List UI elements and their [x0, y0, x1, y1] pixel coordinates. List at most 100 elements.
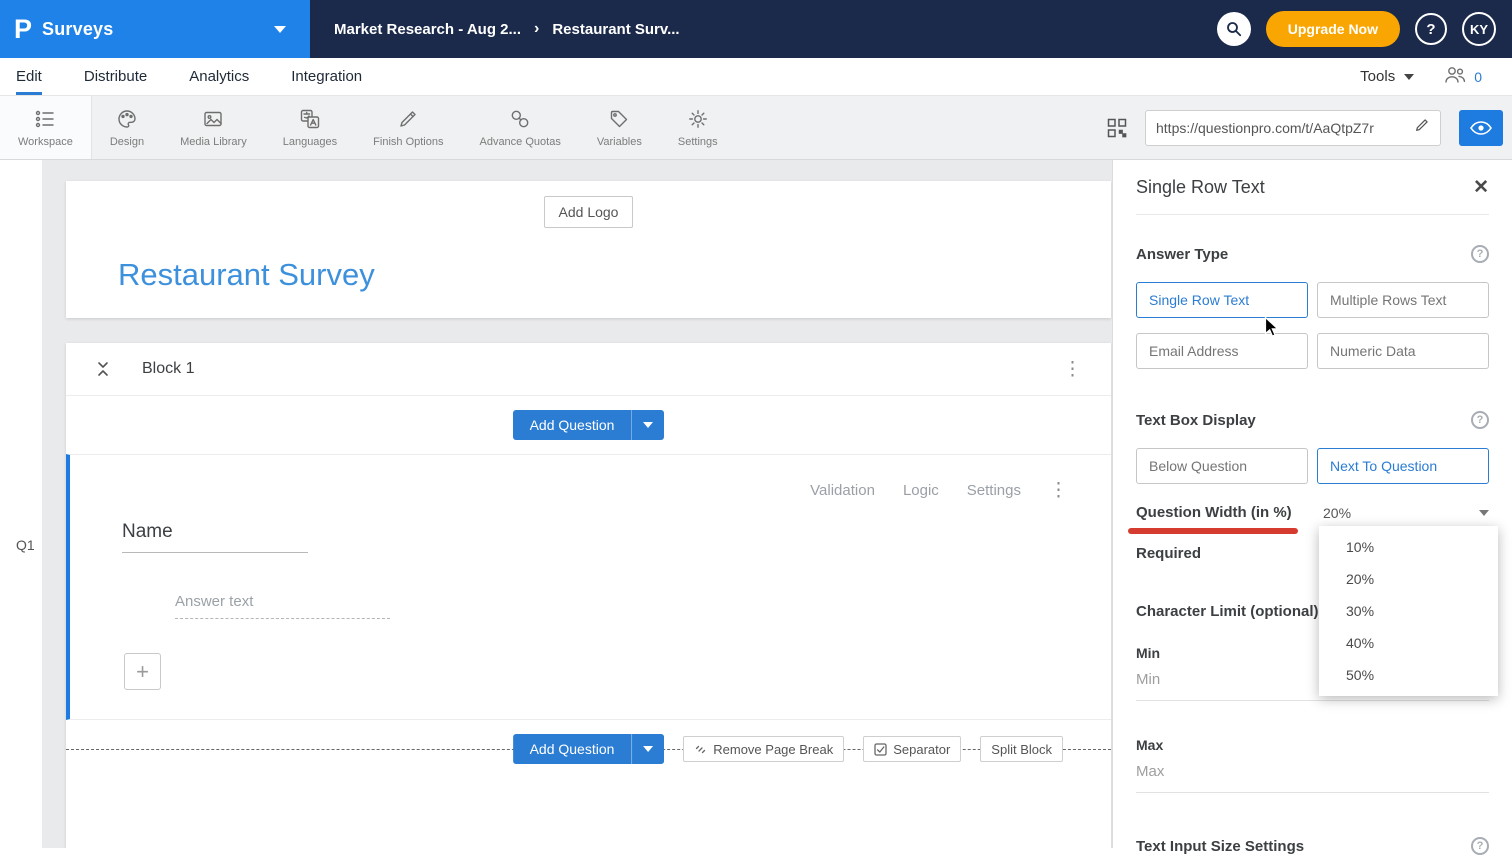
nav-tabs: Edit Distribute Analytics Integration	[16, 58, 362, 95]
tab-edit[interactable]: Edit	[16, 58, 42, 95]
add-question-button[interactable]: Add Question	[513, 410, 632, 440]
search-icon[interactable]	[1217, 12, 1251, 46]
panel-header: Single Row Text ✕	[1136, 160, 1489, 215]
tab-integration[interactable]: Integration	[291, 58, 362, 95]
question-actions: Validation Logic Settings ⋮	[810, 481, 1069, 500]
answer-text-input[interactable]: Answer text	[175, 593, 390, 619]
survey-url[interactable]: https://questionpro.com/t/AaQtpZ7r	[1156, 120, 1406, 136]
close-icon[interactable]: ✕	[1473, 176, 1489, 199]
width-option-40[interactable]: 40%	[1319, 627, 1498, 659]
chevron-down-icon	[643, 422, 653, 428]
question-menu-dots-icon[interactable]: ⋮	[1049, 481, 1069, 500]
toolbar-right: https://questionpro.com/t/AaQtpZ7r	[1107, 96, 1512, 159]
display-below-question[interactable]: Below Question	[1136, 448, 1308, 484]
toolbar-item-settings[interactable]: Settings	[660, 96, 736, 159]
question-width-value: 20%	[1323, 505, 1351, 521]
toolbar-item-label: Advance Quotas	[479, 136, 560, 148]
answer-type-single-row[interactable]: Single Row Text	[1136, 282, 1308, 318]
toolbar-item-workspace[interactable]: Workspace	[0, 96, 92, 159]
width-option-10[interactable]: 10%	[1319, 531, 1498, 563]
question-settings-panel: Single Row Text ✕ Answer Type ? Single R…	[1112, 160, 1512, 848]
pencil-icon	[397, 108, 419, 130]
chevron-down-icon	[643, 746, 653, 752]
toolbar-item-label: Settings	[678, 136, 718, 148]
help-icon[interactable]: ?	[1471, 245, 1489, 263]
workspace-icon	[34, 108, 56, 130]
max-input[interactable]	[1136, 753, 1489, 793]
qr-code-icon[interactable]	[1107, 118, 1127, 138]
character-limit-label: Character Limit (optional)	[1136, 603, 1319, 620]
user-avatar[interactable]: KY	[1462, 12, 1496, 46]
answer-type-email[interactable]: Email Address	[1136, 333, 1308, 369]
add-question-split-button[interactable]: Add Question	[513, 410, 665, 440]
edit-url-pencil-icon[interactable]	[1414, 117, 1430, 138]
toolbar-item-label: Media Library	[180, 136, 247, 148]
add-question-split-button[interactable]: Add Question	[513, 734, 665, 764]
product-name: Surveys	[42, 19, 113, 40]
question-width-row: Question Width (in %) 20% 10% 20% 30% 40…	[1136, 504, 1489, 521]
display-next-to-question[interactable]: Next To Question	[1317, 448, 1489, 484]
upgrade-now-button[interactable]: Upgrade Now	[1266, 11, 1400, 47]
collapse-block-icon[interactable]	[96, 360, 110, 378]
checkbox-icon	[874, 743, 887, 756]
tab-analytics[interactable]: Analytics	[189, 58, 249, 95]
width-option-50[interactable]: 50%	[1319, 659, 1498, 691]
help-button[interactable]: ?	[1415, 13, 1447, 45]
survey-title[interactable]: Restaurant Survey	[118, 257, 375, 293]
toolbar-item-media-library[interactable]: Media Library	[162, 96, 265, 159]
top-bar-actions: Upgrade Now ? KY	[1217, 11, 1512, 47]
block-name[interactable]: Block 1	[142, 360, 194, 378]
help-icon[interactable]: ?	[1471, 837, 1489, 855]
split-block-label: Split Block	[991, 742, 1052, 757]
required-label: Required	[1136, 545, 1201, 562]
tools-menu[interactable]: Tools	[1360, 68, 1414, 85]
editor-nav: Edit Distribute Analytics Integration To…	[0, 58, 1512, 96]
toolbar-item-variables[interactable]: Variables	[579, 96, 660, 159]
translate-icon	[299, 108, 321, 130]
toolbar-item-languages[interactable]: Languages	[265, 96, 355, 159]
help-icon[interactable]: ?	[1471, 411, 1489, 429]
block-header: Block 1 ⋮	[66, 343, 1111, 396]
question-text-input[interactable]: Name	[122, 521, 308, 553]
chevron-down-icon[interactable]	[274, 26, 286, 33]
add-question-dropdown[interactable]	[631, 734, 664, 764]
toolbar-item-label: Languages	[283, 136, 337, 148]
answer-type-multiple-rows[interactable]: Multiple Rows Text	[1317, 282, 1489, 318]
breadcrumb-survey[interactable]: Restaurant Surv...	[552, 21, 679, 38]
max-label: Max	[1136, 737, 1489, 753]
tab-distribute[interactable]: Distribute	[84, 58, 147, 95]
remove-page-break-button[interactable]: Remove Page Break	[683, 736, 844, 762]
width-option-20[interactable]: 20%	[1319, 563, 1498, 595]
add-logo-button[interactable]: Add Logo	[544, 196, 634, 228]
question-width-label: Question Width (in %)	[1136, 504, 1292, 521]
toolbar-item-advance-quotas[interactable]: Advance Quotas	[461, 96, 578, 159]
add-answer-button[interactable]: +	[124, 653, 161, 690]
preview-eye-button[interactable]	[1459, 110, 1503, 146]
block-menu-dots-icon[interactable]: ⋮	[1063, 360, 1083, 379]
breadcrumb-folder[interactable]: Market Research - Aug 2...	[334, 21, 521, 38]
question-logic-link[interactable]: Logic	[903, 482, 939, 499]
survey-url-field[interactable]: https://questionpro.com/t/AaQtpZ7r	[1145, 110, 1441, 146]
gear-icon	[687, 108, 709, 130]
toolbar-item-finish-options[interactable]: Finish Options	[355, 96, 461, 159]
collaborators-button[interactable]: 0	[1444, 66, 1482, 88]
answer-type-numeric[interactable]: Numeric Data	[1317, 333, 1489, 369]
toolbar-item-label: Design	[110, 136, 144, 148]
remove-page-break-label: Remove Page Break	[713, 742, 833, 757]
question-card[interactable]: Validation Logic Settings ⋮ Name Answer …	[66, 454, 1111, 720]
question-settings-link[interactable]: Settings	[967, 482, 1021, 499]
split-block-button[interactable]: Split Block	[980, 736, 1063, 762]
survey-canvas: Add Logo Restaurant Survey Block 1 ⋮ Add…	[42, 160, 1112, 848]
toolbar-item-design[interactable]: Design	[92, 96, 162, 159]
product-switcher[interactable]: P Surveys	[0, 0, 310, 58]
question-width-select[interactable]: 20%	[1323, 505, 1489, 521]
annotation-red-underline	[1128, 528, 1298, 534]
width-option-30[interactable]: 30%	[1319, 595, 1498, 627]
separator-button[interactable]: Separator	[863, 736, 961, 762]
block-card: Block 1 ⋮ Add Question Validation Logic …	[66, 343, 1111, 848]
breadcrumb-separator-icon: ›	[534, 20, 539, 38]
question-width-dropdown: 10% 20% 30% 40% 50%	[1319, 526, 1498, 696]
add-question-button[interactable]: Add Question	[513, 734, 632, 764]
question-validation-link[interactable]: Validation	[810, 482, 875, 499]
add-question-dropdown[interactable]	[631, 410, 664, 440]
